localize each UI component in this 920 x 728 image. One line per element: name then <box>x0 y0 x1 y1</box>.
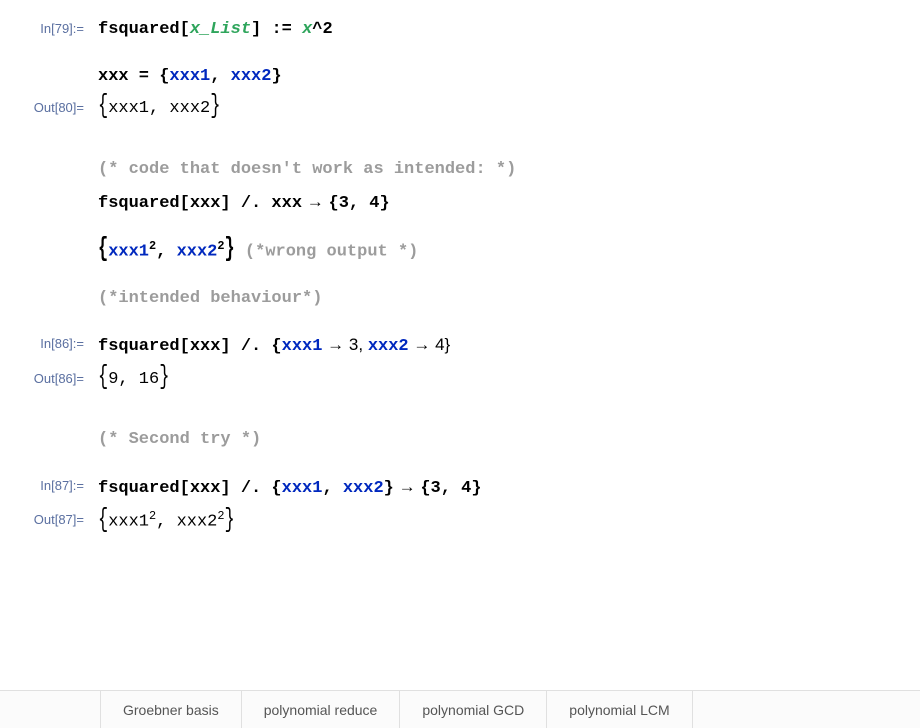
in-label-79: In[79]:= <box>6 16 98 36</box>
out-label-80: Out[80]= <box>6 95 98 115</box>
comment-text: (*intended behaviour*) <box>98 289 322 308</box>
notebook-area: In[79]:= fsquared[x_List] := x^2 xxx = {… <box>0 0 920 535</box>
code-line[interactable]: fsquared[xxx] /. xxx → {3, 4} <box>98 188 920 217</box>
suggestion-poly-lcm[interactable]: polynomial LCM <box>546 691 692 728</box>
code-line[interactable]: fsquared[x_List] := x^2 <box>98 16 920 43</box>
code-line[interactable]: fsquared[xxx] /. {xxx1 → 3, xxx2 → 4} <box>98 331 920 360</box>
input-cell-assign: xxx = {xxx1, xxx2} <box>0 63 920 90</box>
wrong-output-cell: {xxx12, xxx22} (*wrong output *) <box>0 237 920 265</box>
input-cell-86: In[86]:= fsquared[xxx] /. {xxx1 → 3, xxx… <box>0 331 920 360</box>
comment-text: (* Second try *) <box>98 430 261 449</box>
comment-cell: (* code that doesn't work as intended: *… <box>0 156 920 183</box>
comment-cell: (* Second try *) <box>0 426 920 453</box>
out-label-87: Out[87]= <box>6 507 98 527</box>
output-line: {xxx1, xxx2} <box>98 95 920 122</box>
in-label-87: In[87]:= <box>6 473 98 493</box>
code-line[interactable]: fsquared[xxx] /. {xxx1, xxx2} → {3, 4} <box>98 473 920 502</box>
comment-cell: (*intended behaviour*) <box>0 285 920 312</box>
out-label-86: Out[86]= <box>6 366 98 386</box>
suggestion-poly-gcd[interactable]: polynomial GCD <box>399 691 546 728</box>
output-cell-87: Out[87]= {xxx12, xxx22} <box>0 507 920 535</box>
input-cell-wrong: fsquared[xxx] /. xxx → {3, 4} <box>0 188 920 217</box>
suggestion-bar: Groebner basis polynomial reduce polynom… <box>0 690 920 728</box>
output-line: {9, 16} <box>98 366 920 393</box>
output-cell-86: Out[86]= {9, 16} <box>0 366 920 393</box>
comment-text: (* code that doesn't work as intended: *… <box>98 160 516 179</box>
output-line: {xxx12, xxx22} <box>98 507 920 535</box>
suggestion-poly-reduce[interactable]: polynomial reduce <box>241 691 400 728</box>
output-line: {xxx12, xxx22} (*wrong output *) <box>98 237 920 265</box>
input-cell-87: In[87]:= fsquared[xxx] /. {xxx1, xxx2} →… <box>0 473 920 502</box>
input-cell-79: In[79]:= fsquared[x_List] := x^2 <box>0 16 920 43</box>
in-label-86: In[86]:= <box>6 331 98 351</box>
code-line[interactable]: xxx = {xxx1, xxx2} <box>98 63 920 90</box>
output-cell-80: Out[80]= {xxx1, xxx2} <box>0 95 920 122</box>
suggestion-groebner[interactable]: Groebner basis <box>100 691 241 728</box>
